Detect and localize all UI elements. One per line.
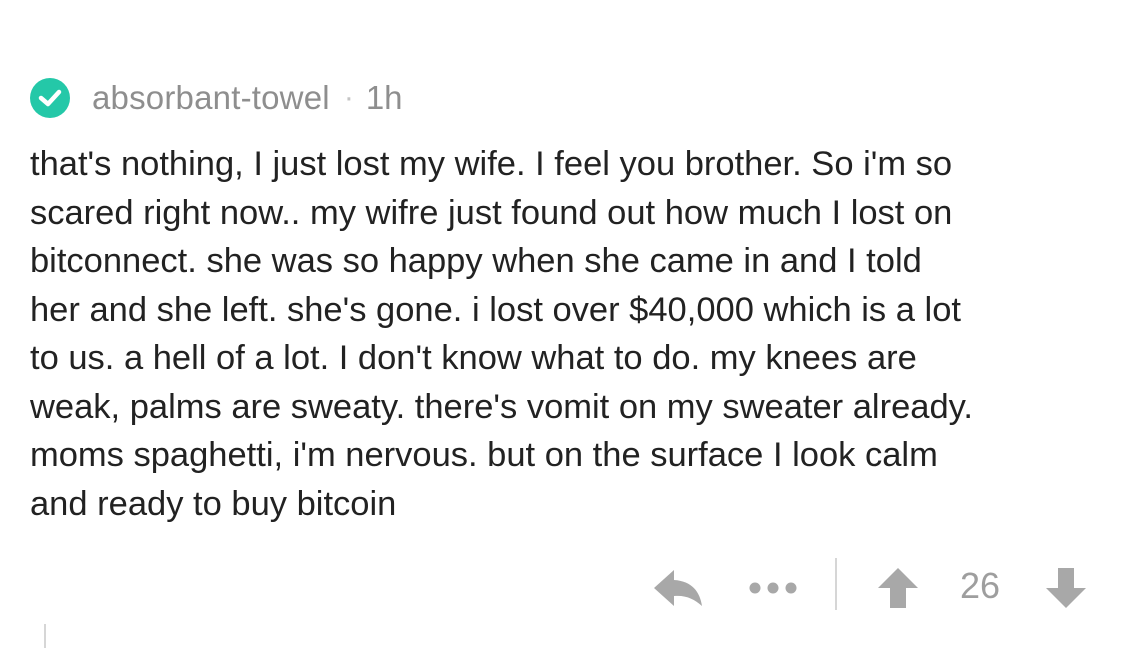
upvote-arrow-icon[interactable] — [876, 566, 920, 610]
thread-line — [44, 624, 46, 648]
actions-divider — [835, 558, 837, 610]
downvote-arrow-icon[interactable] — [1044, 566, 1088, 610]
more-dots-icon[interactable] — [747, 568, 799, 608]
check-icon — [30, 78, 70, 118]
comment: absorbant-towel · 1h that's nothing, I j… — [0, 0, 1125, 648]
comment-body: that's nothing, I just lost my wife. I f… — [30, 145, 973, 523]
reply-arrow-icon[interactable] — [652, 568, 704, 608]
comment-timestamp: 1h — [365, 79, 403, 116]
meta-separator: · — [343, 81, 354, 114]
author-name[interactable]: absorbant-towel — [92, 79, 330, 117]
comment-header: absorbant-towel · 1h — [30, 76, 403, 120]
comment-actions: 26 — [0, 558, 1125, 614]
vote-score: 26 — [959, 565, 1001, 606]
